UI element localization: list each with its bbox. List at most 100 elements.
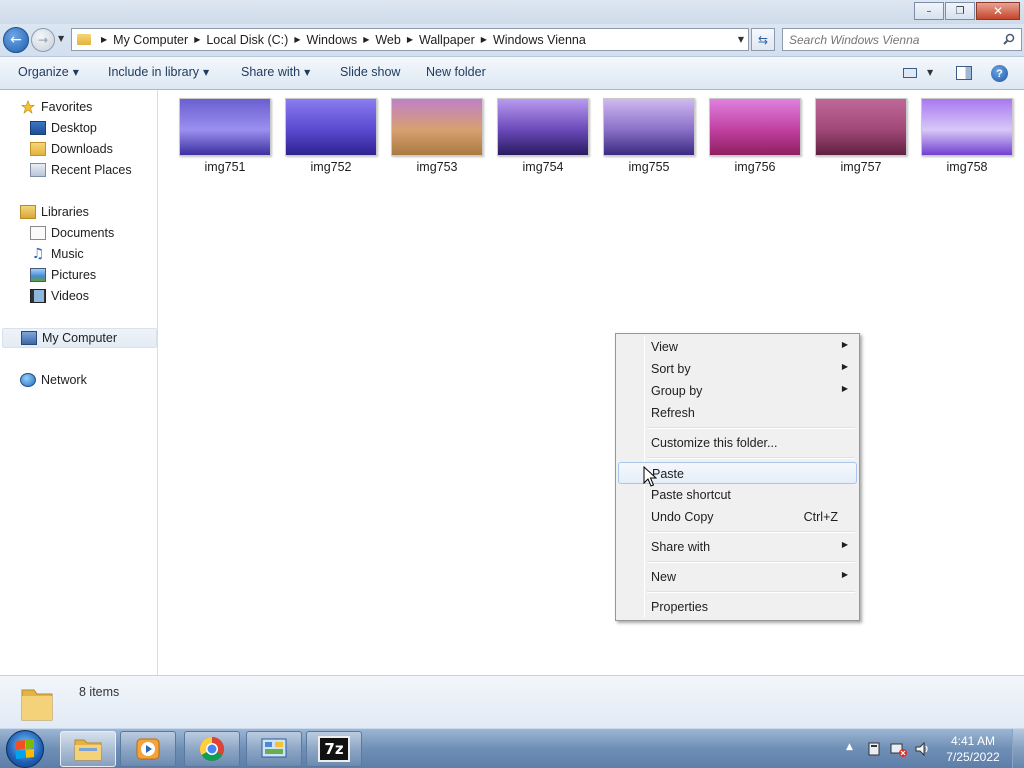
- search-input[interactable]: [789, 32, 999, 47]
- nav-libraries[interactable]: Libraries: [20, 202, 89, 222]
- share-with-button[interactable]: Share with ▼: [241, 65, 310, 79]
- menu-item-customize-folder[interactable]: Customize this folder...: [618, 432, 857, 454]
- help-icon[interactable]: ?: [991, 65, 1008, 82]
- search-icon[interactable]: [1003, 33, 1015, 45]
- nav-favorites[interactable]: Favorites: [20, 97, 92, 117]
- media-player-icon: [136, 738, 160, 760]
- taskbar-explorer[interactable]: [60, 731, 116, 767]
- file-item[interactable]: img753: [391, 98, 483, 182]
- menu-item-group-by[interactable]: Group by ▶: [618, 380, 857, 402]
- chevron-right-icon[interactable]: ▶: [363, 35, 369, 44]
- minimize-button[interactable]: –: [914, 2, 944, 20]
- show-desktop-button[interactable]: [1012, 729, 1024, 768]
- seven-zip-label: 7z: [324, 740, 344, 758]
- clock-date: 7/25/2022: [946, 750, 1000, 764]
- documents-icon: [30, 226, 46, 240]
- menu-item-sort-by[interactable]: Sort by ▶: [618, 358, 857, 380]
- menu-item-refresh[interactable]: Refresh: [618, 402, 857, 424]
- nav-videos[interactable]: Videos: [30, 286, 89, 306]
- preview-pane-icon[interactable]: [956, 66, 972, 80]
- breadcrumb-windows-vienna[interactable]: Windows Vienna: [493, 33, 586, 47]
- navigation-pane: Favorites Desktop Downloads Recent Place…: [0, 90, 158, 675]
- nav-my-computer[interactable]: My Computer: [2, 328, 157, 348]
- image-thumbnail: [285, 98, 377, 156]
- star-icon: [21, 100, 35, 114]
- nav-label: My Computer: [42, 331, 118, 345]
- image-thumbnail: [497, 98, 589, 156]
- windows-logo-icon: [16, 739, 34, 759]
- clock[interactable]: 4:41 AM 7/25/2022: [938, 733, 1008, 765]
- breadcrumb-my-computer[interactable]: My Computer: [113, 33, 188, 47]
- recent-pages-dropdown[interactable]: ▼: [58, 34, 64, 43]
- submenu-arrow-icon: ▶: [841, 340, 848, 349]
- show-hidden-icons-icon[interactable]: ▲: [846, 742, 853, 752]
- chevron-right-icon[interactable]: ▶: [481, 35, 487, 44]
- change-view-icon[interactable]: [903, 68, 917, 78]
- seven-zip-icon: 7z: [318, 736, 350, 762]
- file-item[interactable]: img752: [285, 98, 377, 182]
- menu-item-undo-copy[interactable]: Undo Copy Ctrl+Z: [618, 506, 857, 528]
- start-button[interactable]: [6, 730, 44, 768]
- slide-show-button[interactable]: Slide show: [340, 65, 400, 79]
- submenu-arrow-icon: ▶: [841, 362, 848, 371]
- file-list[interactable]: img751 img752 img753 img754 img755 img756 img7…: [159, 90, 1024, 675]
- taskbar-media-player[interactable]: [120, 731, 176, 767]
- address-dropdown-icon[interactable]: ▼: [738, 35, 744, 44]
- nav-pictures[interactable]: Pictures: [30, 265, 96, 285]
- chevron-right-icon[interactable]: ▶: [101, 35, 107, 44]
- chevron-right-icon[interactable]: ▶: [194, 35, 200, 44]
- menu-item-properties[interactable]: Properties: [618, 596, 857, 618]
- refresh-button[interactable]: ⇆: [751, 28, 775, 51]
- file-item[interactable]: img756: [709, 98, 801, 182]
- nav-label: Network: [41, 373, 87, 387]
- nav-music[interactable]: ♫ Music: [30, 244, 84, 264]
- file-item[interactable]: img755: [603, 98, 695, 182]
- taskbar: 7z ▲ 4:41 AM 7/25/2022: [0, 728, 1024, 768]
- menu-item-new[interactable]: New ▶: [618, 566, 857, 588]
- menu-item-label: Undo Copy: [651, 510, 714, 524]
- breadcrumb-local-disk[interactable]: Local Disk (C:): [206, 33, 288, 47]
- menu-item-share-with[interactable]: Share with ▶: [618, 536, 857, 558]
- new-folder-button[interactable]: New folder: [426, 65, 486, 79]
- file-item[interactable]: img751: [179, 98, 271, 182]
- chevron-right-icon[interactable]: ▶: [294, 35, 300, 44]
- close-button[interactable]: ✕: [976, 2, 1020, 20]
- back-button[interactable]: ←: [3, 27, 29, 53]
- address-row: ← → ▼ ▶ My Computer ▶ Local Disk (C:) ▶ …: [0, 24, 1024, 56]
- image-thumbnail: [391, 98, 483, 156]
- computer-icon: [21, 331, 37, 345]
- taskbar-chrome[interactable]: [184, 731, 240, 767]
- menu-item-label: Share with: [651, 540, 711, 554]
- forward-button[interactable]: →: [31, 28, 55, 52]
- volume-icon[interactable]: [914, 741, 932, 757]
- breadcrumb-windows[interactable]: Windows: [306, 33, 357, 47]
- menu-separator: [647, 561, 855, 563]
- breadcrumb-web[interactable]: Web: [375, 33, 400, 47]
- include-in-library-button[interactable]: Include in library ▼: [108, 65, 209, 79]
- search-box[interactable]: [782, 28, 1022, 51]
- nav-documents[interactable]: Documents: [30, 223, 114, 243]
- nav-downloads[interactable]: Downloads: [30, 139, 113, 159]
- address-bar[interactable]: ▶ My Computer ▶ Local Disk (C:) ▶ Window…: [71, 28, 749, 51]
- menu-item-view[interactable]: View ▶: [618, 336, 857, 358]
- nav-desktop[interactable]: Desktop: [30, 118, 97, 138]
- menu-item-label: Refresh: [651, 406, 695, 420]
- menu-item-label: Group by: [651, 384, 703, 398]
- breadcrumb-wallpaper[interactable]: Wallpaper: [419, 33, 475, 47]
- view-options-dropdown[interactable]: ▼: [927, 68, 933, 77]
- file-name: img758: [946, 160, 988, 174]
- nav-network[interactable]: Network: [20, 370, 87, 390]
- file-item[interactable]: img754: [497, 98, 589, 182]
- network-status-icon[interactable]: [890, 741, 908, 757]
- mouse-cursor-icon: [643, 466, 657, 487]
- organize-button[interactable]: Organize ▼: [18, 65, 79, 79]
- file-item[interactable]: img757: [815, 98, 907, 182]
- file-item[interactable]: img758: [921, 98, 1013, 182]
- nav-recent-places[interactable]: Recent Places: [30, 160, 132, 180]
- maximize-button[interactable]: ❐: [945, 2, 975, 20]
- taskbar-7zip[interactable]: 7z: [306, 731, 362, 767]
- action-center-icon[interactable]: [866, 741, 882, 757]
- taskbar-control-panel[interactable]: [246, 731, 302, 767]
- file-name: img752: [310, 160, 352, 174]
- chevron-right-icon[interactable]: ▶: [407, 35, 413, 44]
